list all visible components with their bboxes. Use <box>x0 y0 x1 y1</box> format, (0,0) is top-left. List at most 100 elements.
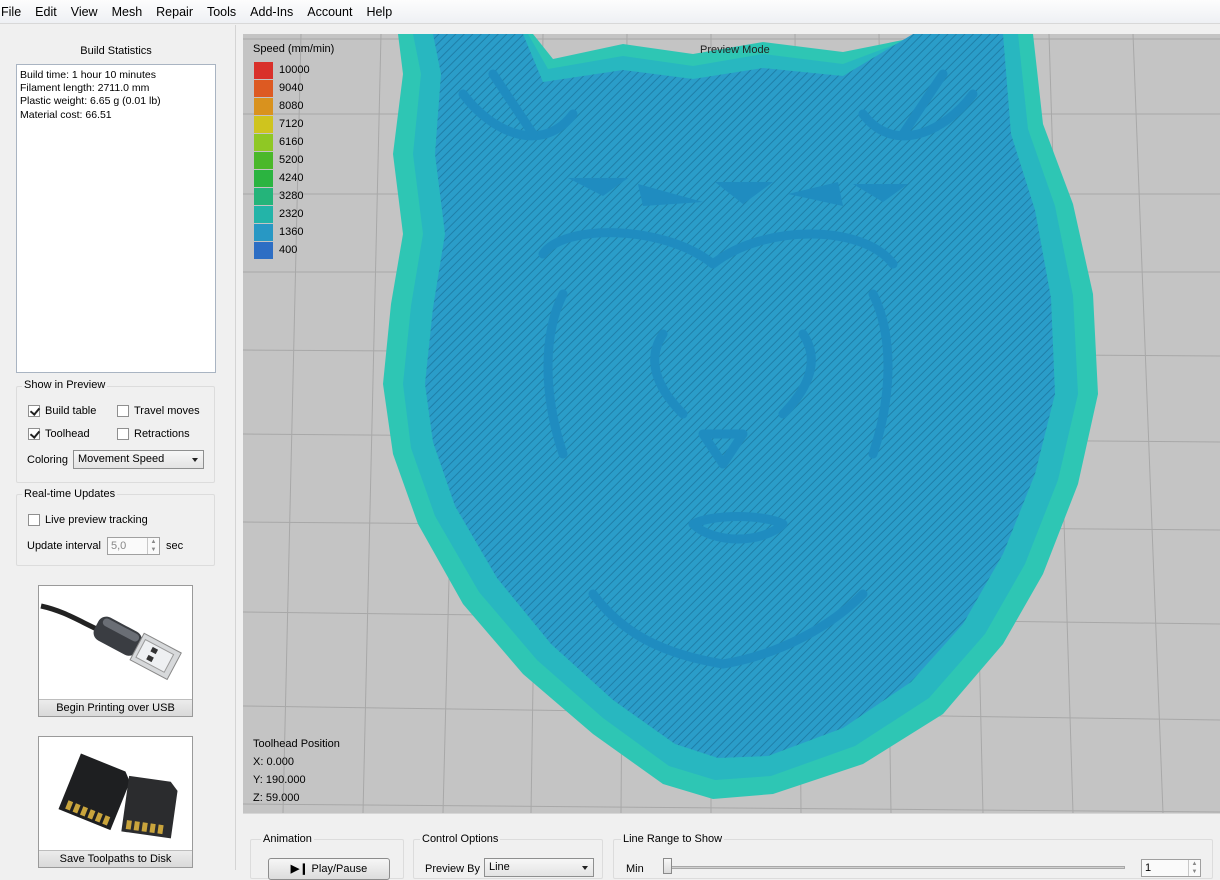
menu-bar: File Edit View Mesh Repair Tools Add-Ins Accoun… <box>0 0 1220 24</box>
legend-value: 2320 <box>279 208 304 220</box>
spin-down-icon[interactable]: ▼ <box>1189 868 1200 876</box>
checkbox-box[interactable] <box>117 405 129 417</box>
legend-value: 6160 <box>279 136 304 148</box>
stat-material-cost: Material cost: 66.51 <box>20 108 112 121</box>
legend-item: 9040 <box>254 79 303 97</box>
coloring-select[interactable]: Movement Speed <box>73 450 204 469</box>
menu-edit[interactable]: Edit <box>28 0 64 24</box>
bottom-control-bar: Animation ▶❙ Play/Pause Control Options … <box>243 813 1220 880</box>
legend-item: 5200 <box>254 151 303 169</box>
preview-mode-label: Preview Mode <box>700 44 770 56</box>
legend-value: 7120 <box>279 118 304 130</box>
checkbox-box[interactable] <box>117 428 129 440</box>
legend-value: 3280 <box>279 190 304 202</box>
legend-swatch <box>254 133 273 151</box>
build-statistics-title: Build Statistics <box>80 45 152 57</box>
build-table-label: Build table <box>45 405 97 417</box>
begin-printing-usb-button[interactable]: Begin Printing over USB <box>38 585 193 717</box>
toolpath-render <box>243 34 1220 813</box>
legend-swatch <box>254 97 273 115</box>
legend-value: 4240 <box>279 172 304 184</box>
legend-swatch <box>254 169 273 187</box>
legend-item: 2320 <box>254 205 303 223</box>
spin-up-icon[interactable]: ▲ <box>148 538 159 546</box>
left-panel: Build Statistics Build time: 1 hour 10 m… <box>0 25 236 870</box>
legend-value: 9040 <box>279 82 304 94</box>
menu-mesh[interactable]: Mesh <box>105 0 150 24</box>
update-interval-value: 5,0 <box>111 540 127 552</box>
coloring-value: Movement Speed <box>78 453 165 465</box>
checkbox-box[interactable] <box>28 405 40 417</box>
travel-moves-checkbox[interactable]: Travel moves <box>117 405 200 417</box>
menu-account[interactable]: Account <box>300 0 359 24</box>
save-toolpaths-button[interactable]: Save Toolpaths to Disk <box>38 736 193 868</box>
update-interval-label: Update interval <box>27 540 101 552</box>
legend-swatch <box>254 241 273 259</box>
show-in-preview-title: Show in Preview <box>22 379 108 391</box>
preview-viewport[interactable]: Speed (mm/min) 10000 9040 8080 7120 6160 5200… <box>243 34 1220 813</box>
spin-buttons[interactable]: ▲ ▼ <box>147 538 159 554</box>
spin-up-icon[interactable]: ▲ <box>1189 860 1200 868</box>
stat-filament-length: Filament length: 2711.0 mm <box>20 82 150 95</box>
min-spinbox[interactable]: 1 ▲ ▼ <box>1141 859 1201 877</box>
play-pause-icon: ▶❙ <box>290 863 309 875</box>
legend-value: 400 <box>279 244 298 256</box>
spin-down-icon[interactable]: ▼ <box>148 546 159 554</box>
usb-cable-icon <box>39 586 192 699</box>
save-toolpaths-label: Save Toolpaths to Disk <box>39 850 192 867</box>
toolhead-checkbox[interactable]: Toolhead <box>28 428 90 440</box>
live-preview-label: Live preview tracking <box>45 514 148 526</box>
toolhead-y: Y: 190.000 <box>253 774 306 786</box>
legend-item: 8080 <box>254 97 303 115</box>
min-slider-handle[interactable] <box>663 858 672 874</box>
spin-buttons[interactable]: ▲ ▼ <box>1188 860 1200 876</box>
build-table-checkbox[interactable]: Build table <box>28 405 96 417</box>
legend-swatch <box>254 187 273 205</box>
build-statistics-box: Build time: 1 hour 10 minutes Filament l… <box>16 64 216 373</box>
update-interval-spinbox[interactable]: 5,0 ▲ ▼ <box>107 537 160 555</box>
toolhead-position-title: Toolhead Position <box>253 738 340 750</box>
travel-moves-label: Travel moves <box>134 405 200 417</box>
live-preview-checkbox[interactable]: Live preview tracking <box>28 514 148 526</box>
play-pause-button[interactable]: ▶❙ Play/Pause <box>268 858 390 880</box>
legend-item: 4240 <box>254 169 303 187</box>
animation-title: Animation <box>261 833 314 845</box>
line-range-group <box>613 839 1213 879</box>
min-slider-track[interactable] <box>663 866 1125 869</box>
menu-tools[interactable]: Tools <box>200 0 243 24</box>
legend-value: 8080 <box>279 100 304 112</box>
toolhead-label: Toolhead <box>45 428 90 440</box>
preview-by-label: Preview By <box>425 863 481 875</box>
legend-swatch <box>254 61 273 79</box>
menu-help[interactable]: Help <box>359 0 399 24</box>
preview-by-select[interactable]: Line <box>484 858 594 877</box>
stat-build-time: Build time: 1 hour 10 minutes <box>20 69 156 81</box>
legend-swatch <box>254 115 273 133</box>
stat-plastic-weight: Plastic weight: 6.65 g (0.01 lb) <box>20 95 161 108</box>
legend-item: 3280 <box>254 187 303 205</box>
play-pause-label: Play/Pause <box>311 863 368 875</box>
menu-addins[interactable]: Add-Ins <box>243 0 300 24</box>
checkbox-box[interactable] <box>28 514 40 526</box>
preview-by-value: Line <box>489 861 510 873</box>
legend-swatch <box>254 223 273 241</box>
min-value: 1 <box>1145 862 1152 874</box>
retractions-label: Retractions <box>134 428 190 440</box>
retractions-checkbox[interactable]: Retractions <box>117 428 190 440</box>
toolhead-z: Z: 59.000 <box>253 792 300 804</box>
speed-legend-title: Speed (mm/min) <box>253 43 335 55</box>
realtime-updates-title: Real-time Updates <box>22 488 118 500</box>
line-range-title: Line Range to Show <box>621 833 725 845</box>
menu-view[interactable]: View <box>64 0 105 24</box>
chevron-down-icon <box>582 866 588 870</box>
checkbox-box[interactable] <box>28 428 40 440</box>
control-options-title: Control Options <box>420 833 501 845</box>
legend-item: 10000 <box>254 61 310 79</box>
menu-file[interactable]: File <box>0 0 28 24</box>
toolhead-x: X: 0.000 <box>253 756 294 768</box>
legend-item: 7120 <box>254 115 303 133</box>
legend-swatch <box>254 205 273 223</box>
legend-item: 400 <box>254 241 297 259</box>
menu-repair[interactable]: Repair <box>149 0 200 24</box>
update-interval-unit: sec <box>166 540 184 552</box>
